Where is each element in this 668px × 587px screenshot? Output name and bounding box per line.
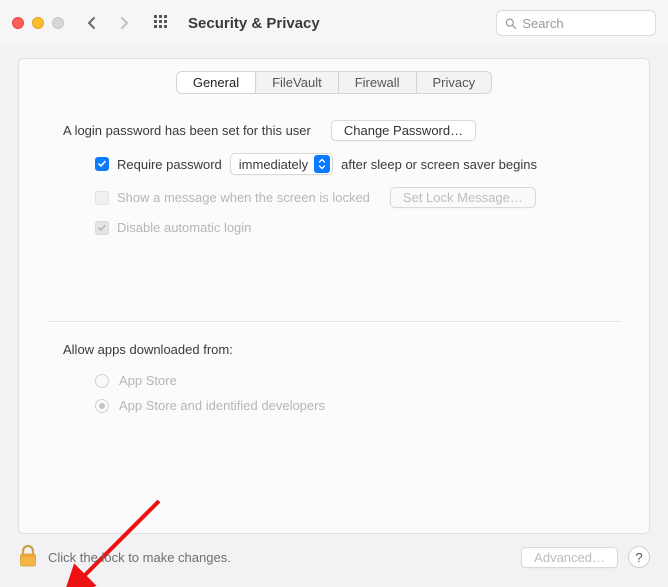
preferences-panel: General FileVault Firewall Privacy A log… — [18, 58, 650, 534]
minimize-button[interactable] — [32, 17, 44, 29]
maximize-button[interactable] — [52, 17, 64, 29]
allow-apps-heading: Allow apps downloaded from: — [63, 342, 233, 357]
tab-firewall[interactable]: Firewall — [339, 72, 417, 93]
search-input[interactable] — [522, 16, 647, 31]
lock-hint-text: Click the lock to make changes. — [48, 550, 231, 565]
change-password-button[interactable]: Change Password… — [331, 120, 476, 141]
radio-app-store-label: App Store — [119, 373, 177, 388]
radio-app-store-dev — [95, 399, 109, 413]
tab-general[interactable]: General — [177, 72, 256, 93]
require-password-post: after sleep or screen saver begins — [341, 157, 537, 172]
back-button[interactable] — [80, 11, 104, 35]
close-button[interactable] — [12, 17, 24, 29]
require-password-pre: Require password — [117, 157, 222, 172]
show-all-icon[interactable] — [150, 11, 174, 35]
general-section: A login password has been set for this u… — [19, 94, 649, 235]
search-icon — [505, 17, 516, 30]
forward-button[interactable] — [112, 11, 136, 35]
downloads-section: Allow apps downloaded from: App Store Ap… — [19, 322, 649, 413]
advanced-button: Advanced… — [521, 547, 618, 568]
window-title: Security & Privacy — [188, 15, 320, 32]
show-message-text: Show a message when the screen is locked — [117, 190, 370, 205]
require-password-delay-select[interactable]: immediately — [230, 153, 333, 175]
search-field[interactable] — [496, 10, 656, 36]
help-button[interactable]: ? — [628, 546, 650, 568]
radio-app-store — [95, 374, 109, 388]
show-message-checkbox — [95, 191, 109, 205]
disable-auto-login-text: Disable automatic login — [117, 220, 251, 235]
traffic-lights — [12, 17, 64, 29]
lock-icon[interactable] — [18, 544, 38, 571]
tab-filevault[interactable]: FileVault — [256, 72, 339, 93]
footer: Click the lock to make changes. Advanced… — [0, 541, 668, 587]
tab-privacy[interactable]: Privacy — [417, 72, 492, 93]
tab-bar: General FileVault Firewall Privacy — [19, 71, 649, 94]
login-password-text: A login password has been set for this u… — [63, 123, 311, 138]
disable-auto-login-checkbox — [95, 221, 109, 235]
radio-app-store-dev-label: App Store and identified developers — [119, 398, 325, 413]
select-stepper-icon — [314, 155, 330, 173]
require-password-checkbox[interactable] — [95, 157, 109, 171]
set-lock-message-button: Set Lock Message… — [390, 187, 536, 208]
require-password-delay-value: immediately — [239, 157, 308, 172]
titlebar: Security & Privacy — [0, 0, 668, 46]
